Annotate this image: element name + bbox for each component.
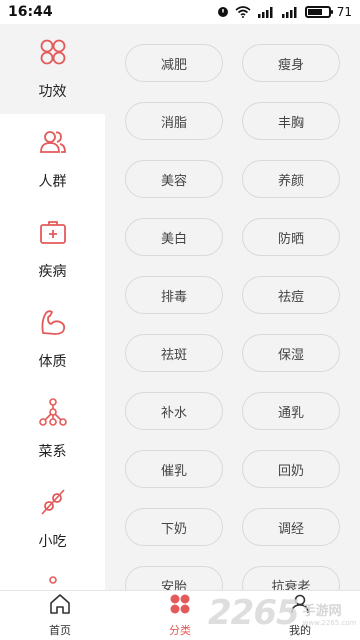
tag-button[interactable]: 消脂	[125, 102, 223, 140]
tag-button[interactable]: 瘦身	[242, 44, 340, 82]
user-icon	[289, 593, 311, 619]
tab-mine[interactable]: 我的	[240, 591, 360, 640]
people-icon	[38, 127, 68, 161]
tag-button[interactable]: 保湿	[242, 334, 340, 372]
status-icons: 71	[217, 5, 352, 19]
status-bar: 16:44 71	[0, 0, 360, 24]
tag-button[interactable]: 防晒	[242, 218, 340, 256]
sidebar-item-more[interactable]	[0, 564, 105, 590]
status-time: 16:44	[8, 4, 53, 20]
battery-percent: 71	[336, 5, 352, 19]
sidebar-item-label: 人群	[38, 174, 67, 190]
bottom-tab-bar: 首页 分类 我的	[0, 590, 360, 640]
tag-button[interactable]: 调经	[242, 508, 340, 546]
sidebar-item-label: 疾病	[38, 264, 67, 280]
tag-button[interactable]: 养颜	[242, 160, 340, 198]
tag-button[interactable]: 安胎	[125, 566, 223, 590]
signal-icon	[281, 6, 299, 18]
tab-category[interactable]: 分类	[120, 591, 240, 640]
tag-button[interactable]: 补水	[125, 392, 223, 430]
sidebar-item-people[interactable]: 人群	[0, 114, 105, 204]
sidebar-item-disease[interactable]: 疾病	[0, 204, 105, 294]
category-icon	[169, 593, 191, 619]
wifi-icon	[235, 6, 251, 18]
sidebar-item-cuisine[interactable]: 菜系	[0, 384, 105, 474]
tag-button[interactable]: 排毒	[125, 276, 223, 314]
sidebar-item-label: 体质	[38, 354, 67, 370]
sidebar-item-efficacy[interactable]: 功效	[0, 24, 105, 114]
sidebar-item-label: 小吃	[38, 534, 67, 550]
tab-label: 分类	[169, 624, 191, 637]
tab-home[interactable]: 首页	[0, 591, 120, 640]
category-sidebar: 功效 人群 疾病 体质 菜系 小吃	[0, 24, 105, 590]
sidebar-item-constitution[interactable]: 体质	[0, 294, 105, 384]
tag-button[interactable]: 美白	[125, 218, 223, 256]
battery-fill	[307, 9, 322, 15]
sidebar-item-snacks[interactable]: 小吃	[0, 474, 105, 564]
tag-button[interactable]: 回奶	[242, 450, 340, 488]
partial-icon	[38, 572, 68, 590]
tag-button[interactable]: 下奶	[125, 508, 223, 546]
sidebar-item-label: 菜系	[38, 444, 67, 460]
home-icon	[49, 593, 71, 619]
alarm-icon	[217, 6, 229, 18]
tag-button[interactable]: 抗衰老	[242, 566, 340, 590]
tag-button[interactable]: 祛痘	[242, 276, 340, 314]
tab-label: 我的	[289, 624, 311, 637]
tab-label: 首页	[49, 624, 71, 637]
signal-4g-icon	[257, 6, 275, 18]
tag-button[interactable]: 通乳	[242, 392, 340, 430]
tag-button[interactable]: 祛斑	[125, 334, 223, 372]
sidebar-item-label: 功效	[38, 84, 67, 100]
tag-panel: 减肥 瘦身 消脂 丰胸 美容 养颜 美白 防晒 排毒 祛痘 祛斑 保湿 补水 通…	[105, 24, 360, 590]
tag-button[interactable]: 丰胸	[242, 102, 340, 140]
tag-grid: 减肥 瘦身 消脂 丰胸 美容 养颜 美白 防晒 排毒 祛痘 祛斑 保湿 补水 通…	[125, 44, 340, 590]
tag-button[interactable]: 催乳	[125, 450, 223, 488]
battery-icon	[304, 6, 333, 18]
tag-button[interactable]: 美容	[125, 160, 223, 198]
four-circles-icon	[38, 37, 68, 71]
muscle-arm-icon	[38, 307, 68, 341]
tag-button[interactable]: 减肥	[125, 44, 223, 82]
network-icon	[38, 397, 68, 431]
skewer-icon	[38, 487, 68, 521]
medical-kit-icon	[38, 217, 68, 251]
